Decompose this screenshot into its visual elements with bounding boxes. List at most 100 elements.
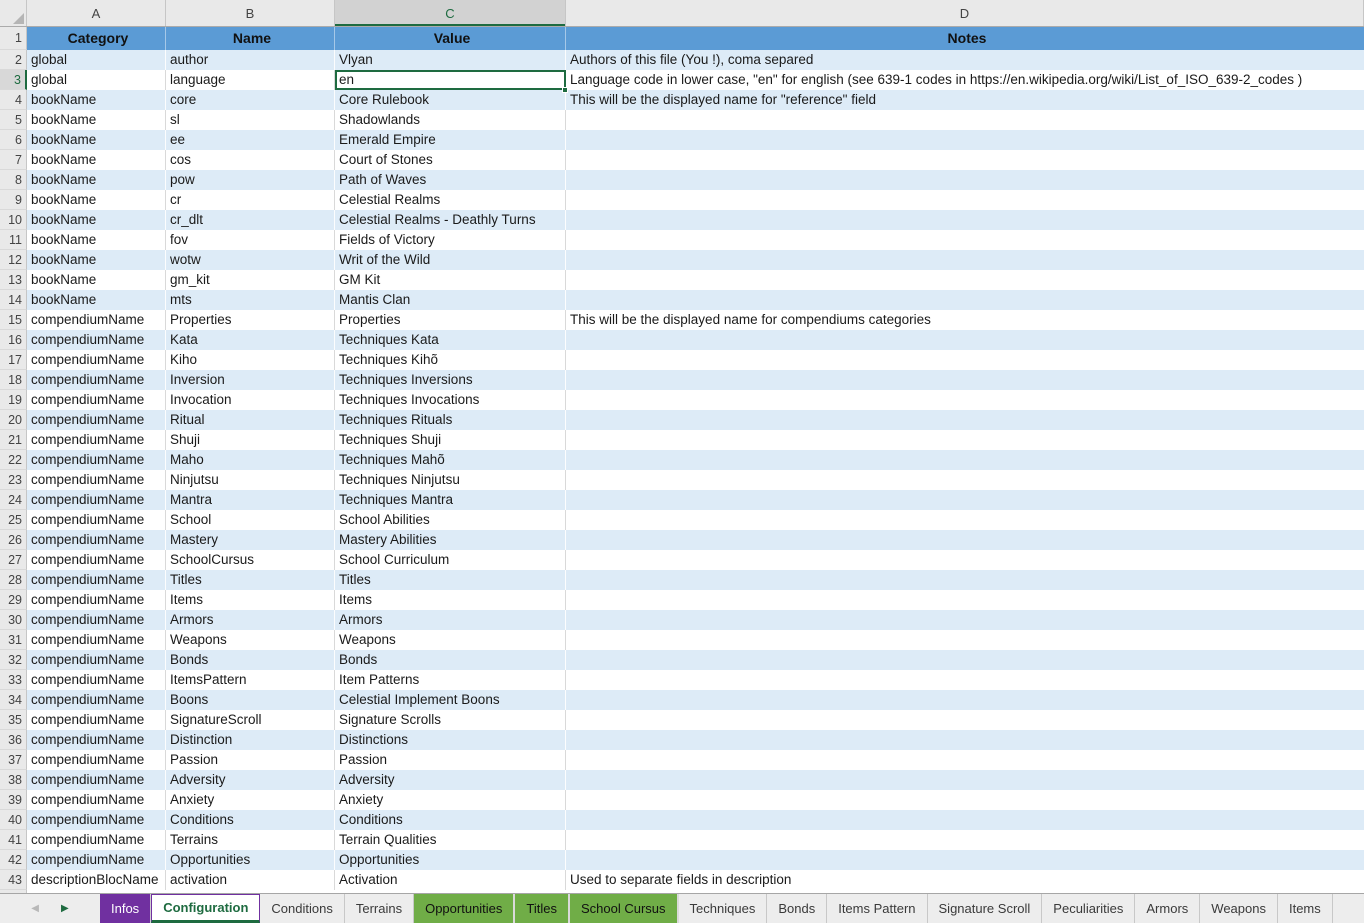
row-header-5[interactable]: 5 xyxy=(0,110,27,130)
cell-C27[interactable]: School Curriculum xyxy=(335,550,566,570)
cell-C30[interactable]: Armors xyxy=(335,610,566,630)
cell-B43[interactable]: activation xyxy=(166,870,335,890)
cell-C31[interactable]: Weapons xyxy=(335,630,566,650)
cell-C34[interactable]: Celestial Implement Boons xyxy=(335,690,566,710)
sheet-tab-configuration[interactable]: Configuration xyxy=(151,894,260,923)
cell-D34[interactable] xyxy=(566,690,1364,710)
cell-A1[interactable]: Category xyxy=(27,27,166,50)
column-header-B[interactable]: B xyxy=(166,0,335,26)
cell-D15[interactable]: This will be the displayed name for comp… xyxy=(566,310,1364,330)
column-header-A[interactable]: A xyxy=(27,0,166,26)
sheet-tab-signature-scroll[interactable]: Signature Scroll xyxy=(928,894,1043,923)
row-header-9[interactable]: 9 xyxy=(0,190,27,210)
row-header-31[interactable]: 31 xyxy=(0,630,27,650)
cell-A22[interactable]: compendiumName xyxy=(27,450,166,470)
cell-C1[interactable]: Value xyxy=(335,27,566,50)
cell-A16[interactable]: compendiumName xyxy=(27,330,166,350)
sheet-tab-bonds[interactable]: Bonds xyxy=(767,894,827,923)
row-header-6[interactable]: 6 xyxy=(0,130,27,150)
cell-B25[interactable]: School xyxy=(166,510,335,530)
cell-B27[interactable]: SchoolCursus xyxy=(166,550,335,570)
cell-A15[interactable]: compendiumName xyxy=(27,310,166,330)
cell-A6[interactable]: bookName xyxy=(27,130,166,150)
cell-A35[interactable]: compendiumName xyxy=(27,710,166,730)
sheet-nav-right-icon[interactable]: ▶ xyxy=(61,904,69,914)
row-header-18[interactable]: 18 xyxy=(0,370,27,390)
row-header-38[interactable]: 38 xyxy=(0,770,27,790)
cell-B13[interactable]: gm_kit xyxy=(166,270,335,290)
sheet-tab-terrains[interactable]: Terrains xyxy=(345,894,414,923)
cell-B17[interactable]: Kiho xyxy=(166,350,335,370)
cell-D4[interactable]: This will be the displayed name for "ref… xyxy=(566,90,1364,110)
cell-D29[interactable] xyxy=(566,590,1364,610)
cell-C10[interactable]: Celestial Realms - Deathly Turns xyxy=(335,210,566,230)
cell-C26[interactable]: Mastery Abilities xyxy=(335,530,566,550)
cell-B23[interactable]: Ninjutsu xyxy=(166,470,335,490)
cell-B39[interactable]: Anxiety xyxy=(166,790,335,810)
cell-B19[interactable]: Invocation xyxy=(166,390,335,410)
row-header-39[interactable]: 39 xyxy=(0,790,27,810)
cell-B30[interactable]: Armors xyxy=(166,610,335,630)
cell-B33[interactable]: ItemsPattern xyxy=(166,670,335,690)
cell-B24[interactable]: Mantra xyxy=(166,490,335,510)
cell-C42[interactable]: Opportunities xyxy=(335,850,566,870)
cell-C14[interactable]: Mantis Clan xyxy=(335,290,566,310)
cell-D20[interactable] xyxy=(566,410,1364,430)
row-header-1[interactable]: 1 xyxy=(0,27,27,50)
cell-C40[interactable]: Conditions xyxy=(335,810,566,830)
cell-D19[interactable] xyxy=(566,390,1364,410)
sheet-tab-opportunities[interactable]: Opportunities xyxy=(414,894,515,923)
row-header-24[interactable]: 24 xyxy=(0,490,27,510)
cell-C22[interactable]: Techniques Mahõ xyxy=(335,450,566,470)
cell-C32[interactable]: Bonds xyxy=(335,650,566,670)
cell-B38[interactable]: Adversity xyxy=(166,770,335,790)
row-header-29[interactable]: 29 xyxy=(0,590,27,610)
cell-C23[interactable]: Techniques Ninjutsu xyxy=(335,470,566,490)
cell-C5[interactable]: Shadowlands xyxy=(335,110,566,130)
cell-A29[interactable]: compendiumName xyxy=(27,590,166,610)
cell-D30[interactable] xyxy=(566,610,1364,630)
cell-B15[interactable]: Properties xyxy=(166,310,335,330)
cell-D32[interactable] xyxy=(566,650,1364,670)
cell-D6[interactable] xyxy=(566,130,1364,150)
cell-A18[interactable]: compendiumName xyxy=(27,370,166,390)
cell-C39[interactable]: Anxiety xyxy=(335,790,566,810)
cell-B34[interactable]: Boons xyxy=(166,690,335,710)
cell-D37[interactable] xyxy=(566,750,1364,770)
cell-C24[interactable]: Techniques Mantra xyxy=(335,490,566,510)
cell-D11[interactable] xyxy=(566,230,1364,250)
cell-B31[interactable]: Weapons xyxy=(166,630,335,650)
cell-B11[interactable]: fov xyxy=(166,230,335,250)
row-header-22[interactable]: 22 xyxy=(0,450,27,470)
row-header-25[interactable]: 25 xyxy=(0,510,27,530)
cell-B40[interactable]: Conditions xyxy=(166,810,335,830)
row-header-11[interactable]: 11 xyxy=(0,230,27,250)
cell-C6[interactable]: Emerald Empire xyxy=(335,130,566,150)
row-header-43[interactable]: 43 xyxy=(0,870,27,890)
cell-A5[interactable]: bookName xyxy=(27,110,166,130)
cell-C19[interactable]: Techniques Invocations xyxy=(335,390,566,410)
cell-D41[interactable] xyxy=(566,830,1364,850)
row-header-21[interactable]: 21 xyxy=(0,430,27,450)
cell-A11[interactable]: bookName xyxy=(27,230,166,250)
sheet-tab-conditions[interactable]: Conditions xyxy=(260,894,344,923)
row-header-15[interactable]: 15 xyxy=(0,310,27,330)
row-header-30[interactable]: 30 xyxy=(0,610,27,630)
cell-A13[interactable]: bookName xyxy=(27,270,166,290)
cell-C25[interactable]: School Abilities xyxy=(335,510,566,530)
cell-B2[interactable]: author xyxy=(166,50,335,70)
cell-D14[interactable] xyxy=(566,290,1364,310)
cell-A36[interactable]: compendiumName xyxy=(27,730,166,750)
cell-A26[interactable]: compendiumName xyxy=(27,530,166,550)
sheet-tab-peculiarities[interactable]: Peculiarities xyxy=(1042,894,1135,923)
cell-C38[interactable]: Adversity xyxy=(335,770,566,790)
cell-A38[interactable]: compendiumName xyxy=(27,770,166,790)
cell-A9[interactable]: bookName xyxy=(27,190,166,210)
cell-D26[interactable] xyxy=(566,530,1364,550)
sheet-tab-items[interactable]: Items xyxy=(1278,894,1333,923)
cell-A39[interactable]: compendiumName xyxy=(27,790,166,810)
cell-A31[interactable]: compendiumName xyxy=(27,630,166,650)
cell-C9[interactable]: Celestial Realms xyxy=(335,190,566,210)
cell-A14[interactable]: bookName xyxy=(27,290,166,310)
row-header-14[interactable]: 14 xyxy=(0,290,27,310)
